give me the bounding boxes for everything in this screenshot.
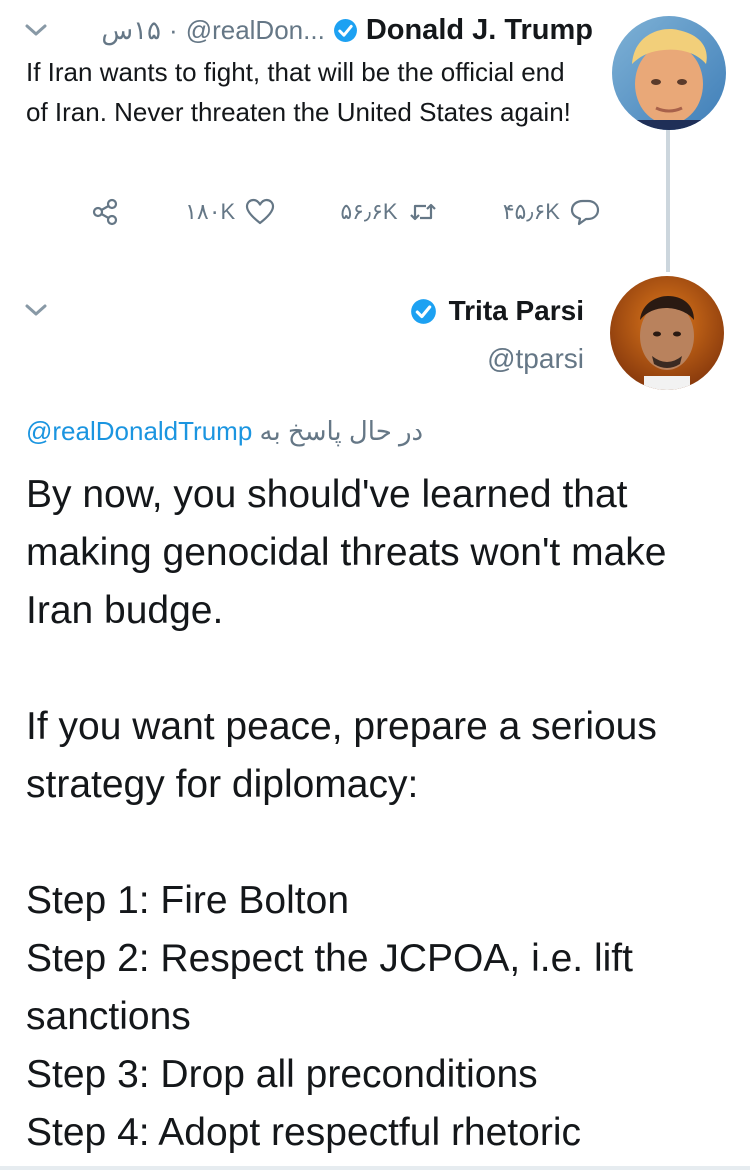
replying-to-prefix: در حال پاسخ به — [259, 416, 424, 446]
trump-avatar-image — [612, 16, 726, 130]
chevron-down-icon[interactable] — [24, 22, 48, 38]
retweet-icon — [409, 203, 436, 221]
reply-button[interactable]: ۴۵٫۶K — [503, 197, 600, 227]
chevron-down-icon[interactable] — [24, 302, 48, 318]
reply-author-handle[interactable]: @tparsi — [487, 343, 584, 375]
share-icon — [92, 198, 118, 226]
verified-badge-icon — [333, 18, 357, 42]
reply-icon — [570, 199, 600, 226]
trump-avatar[interactable] — [612, 16, 726, 130]
tweet-time[interactable]: ۱۵س — [101, 15, 161, 46]
reply-author-name[interactable]: Trita Parsi — [449, 295, 584, 327]
replying-to-mention[interactable]: @realDonaldTrump — [26, 416, 252, 446]
parsi-avatar-image — [610, 276, 724, 390]
like-count: ۱۸۰K — [185, 199, 236, 224]
meta-separator: · — [169, 14, 178, 45]
heart-icon — [246, 198, 275, 225]
author-handle[interactable]: @realDon... — [186, 15, 325, 46]
retweet-count: ۵۶٫۶K — [340, 199, 398, 224]
parsi-avatar[interactable] — [610, 276, 724, 390]
first-tweet-actions: ۱۸۰K ۵۶٫۶K ۴۵٫۶K — [90, 192, 600, 232]
reply-tweet-header: Trita Parsi — [410, 295, 584, 327]
first-tweet-header: Donald J. Trump @realDon... · ۱۵س — [58, 12, 593, 48]
thread-line — [666, 130, 670, 272]
replying-to: @realDonaldTrump در حال پاسخ به — [26, 416, 423, 447]
first-tweet-text: If Iran wants to fight, that will be the… — [26, 57, 571, 127]
reply-tweet-text: By now, you should've learned that makin… — [26, 473, 667, 1154]
share-button[interactable] — [90, 197, 120, 227]
author-name[interactable]: Donald J. Trump — [366, 14, 593, 47]
verified-badge-icon — [410, 298, 436, 324]
reply-count: ۴۵٫۶K — [502, 199, 560, 224]
retweet-button[interactable]: ۵۶٫۶K — [340, 197, 437, 227]
like-button[interactable]: ۱۸۰K — [185, 197, 275, 227]
bottom-divider — [0, 1166, 750, 1170]
